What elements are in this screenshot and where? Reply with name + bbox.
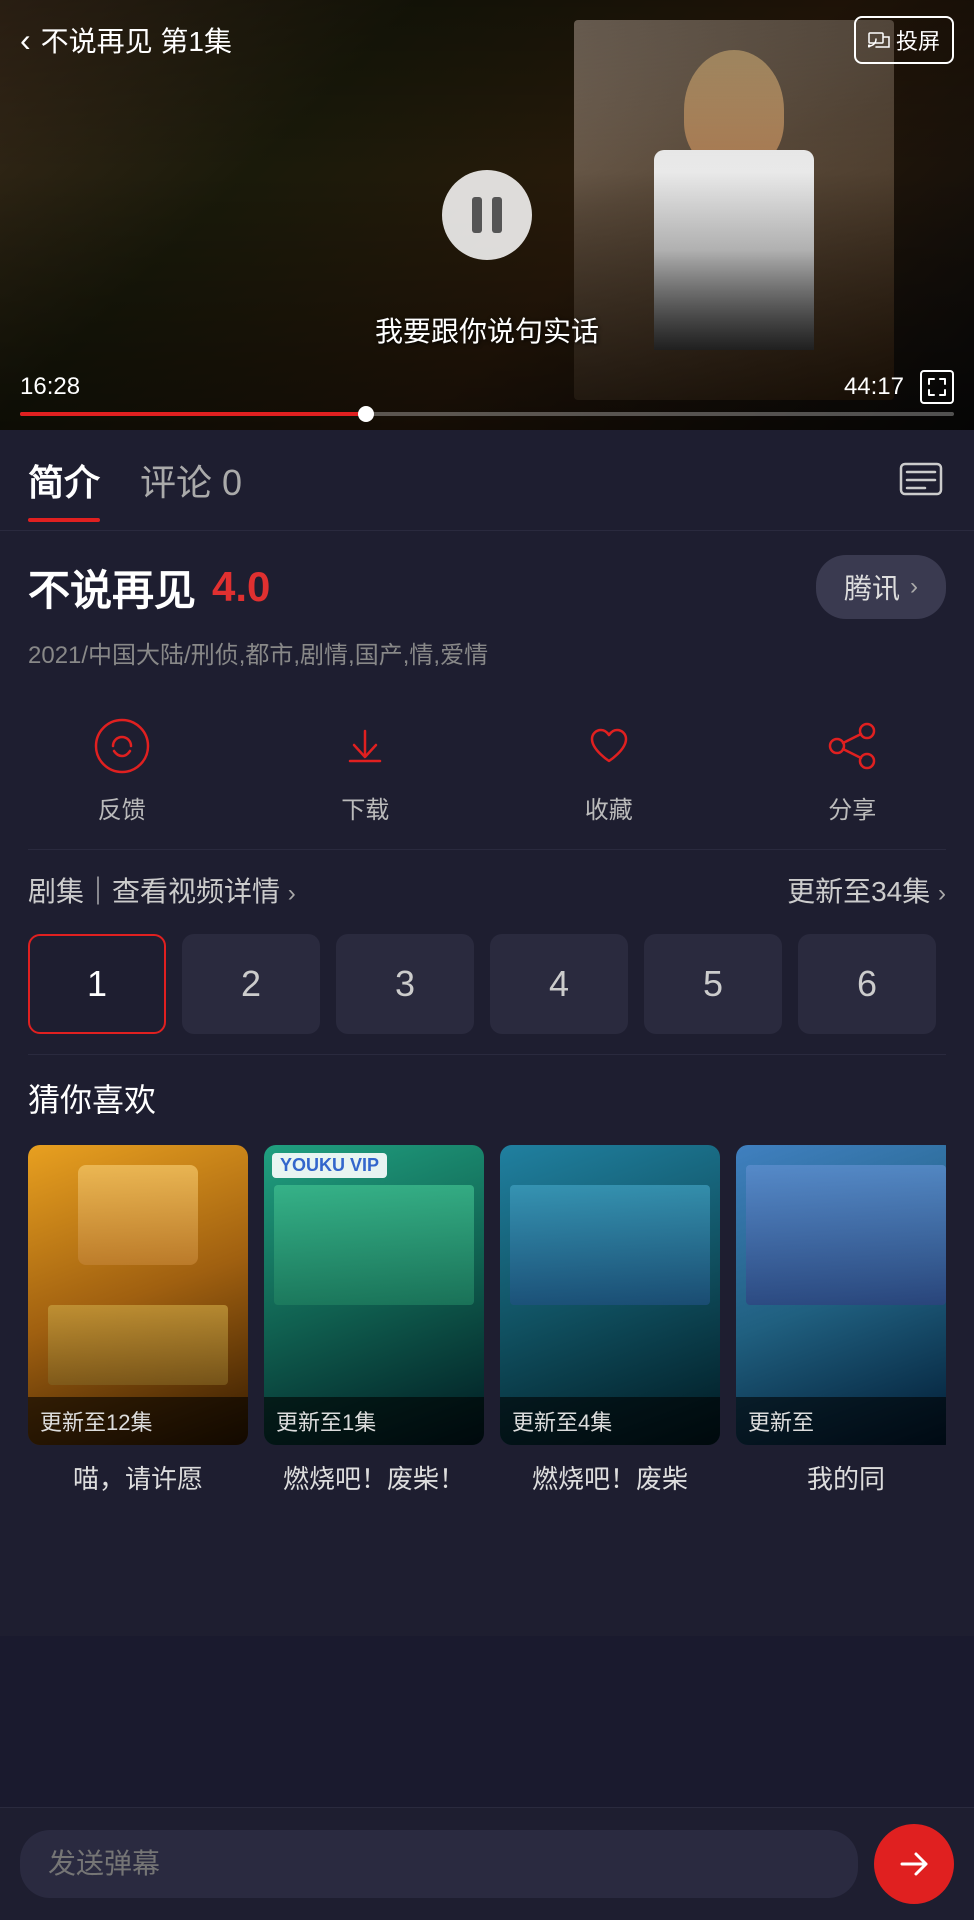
episodes-section: 剧集｜查看视频详情 › 更新至34集 › 1 2 3 4 5 6 [0,850,974,1054]
tab-comment[interactable]: 评论 0 [140,454,242,514]
recommend-item-2[interactable]: YOUKU VIP 更新至1集 燃烧吧！废柴！ [264,1145,484,1496]
fullscreen-button[interactable] [920,370,954,404]
video-player[interactable]: ‹ 不说再见 第1集 投屏 我要跟你说句实话 16:28 44:17 [0,0,974,430]
comment-list-icon[interactable] [896,455,946,505]
recommend-name-4: 我的同 [736,1459,946,1496]
comment-icon-svg [897,456,945,504]
episode-btn-1[interactable]: 1 [28,934,166,1034]
favorite-icon [577,714,641,778]
pause-icon [472,197,502,233]
recommend-thumb-2: YOUKU VIP 更新至1集 [264,1145,484,1445]
progress-area: 16:28 44:17 [0,360,974,430]
show-info: 不说再见 4.0 腾讯 › 2021/中国大陆/刑侦,都市,剧情,国产,情,爱情 [0,531,974,704]
progress-fill [20,412,366,416]
bottom-bar [0,1807,974,1920]
thumb-badge-3: 更新至4集 [500,1397,720,1445]
episodes-grid: 1 2 3 4 5 6 [28,934,946,1034]
episode-btn-5[interactable]: 5 [644,934,782,1034]
progress-dot [358,406,374,422]
cast-icon [868,29,890,51]
feedback-icon [90,714,154,778]
episodes-section-label[interactable]: 剧集｜查看视频详情 › [28,870,296,910]
share-label: 分享 [828,790,876,825]
recommend-name-1: 喵，请许愿 [28,1459,248,1496]
platform-arrow-icon: › [910,573,918,601]
recommend-section-title: 猜你喜欢 [28,1075,946,1121]
back-button[interactable]: ‹ 不说再见 第1集 [20,20,232,60]
current-time: 16:28 [20,373,80,401]
pause-button[interactable] [442,170,532,260]
show-rating: 4.0 [212,563,270,611]
show-title-left: 不说再见 4.0 [28,557,270,618]
platform-button[interactable]: 腾讯 › [816,555,946,619]
thumb-badge-4: 更新至 [736,1397,946,1445]
recommend-thumb-4: 更新至 [736,1145,946,1445]
youku-badge: YOUKU VIP [272,1153,387,1178]
video-top-bar: ‹ 不说再见 第1集 投屏 [0,0,974,80]
recommend-thumb-1: 更新至12集 [28,1145,248,1445]
thumb-badge-2: 更新至1集 [264,1397,484,1445]
download-label: 下载 [341,790,389,825]
episodes-header: 剧集｜查看视频详情 › 更新至34集 › [28,870,946,910]
cast-label: 投屏 [896,24,940,56]
show-title-row: 不说再见 4.0 腾讯 › [28,555,946,619]
recommend-name-3: 燃烧吧！废柴 [500,1459,720,1496]
recommend-thumb-3: 更新至4集 [500,1145,720,1445]
recommend-section: 猜你喜欢 更新至12集 喵，请许愿 YOUKU VIP 更新至1集 燃烧吧！废柴… [0,1055,974,1516]
recommend-grid: 更新至12集 喵，请许愿 YOUKU VIP 更新至1集 燃烧吧！废柴！ 更新至… [28,1145,946,1496]
platform-name: 腾讯 [844,567,900,607]
share-icon [820,714,884,778]
episode-btn-2[interactable]: 2 [182,934,320,1034]
recommend-item-4[interactable]: 更新至 我的同 [736,1145,946,1496]
recommend-name-2: 燃烧吧！废柴！ [264,1459,484,1496]
favorite-button[interactable]: 收藏 [577,714,641,825]
back-arrow-icon: ‹ [20,22,31,59]
content-area: 简介 评论 0 不说再见 4.0 腾讯 › 2021/中国大陆/刑侦,都市,剧情 [0,430,974,1636]
episode-btn-6[interactable]: 6 [798,934,936,1034]
progress-bar[interactable] [20,412,954,416]
action-buttons: 反馈 下载 收藏 [0,704,974,849]
send-button[interactable] [874,1824,954,1904]
share-button[interactable]: 分享 [820,714,884,825]
danmu-input[interactable] [20,1830,858,1898]
time-row: 16:28 44:17 [20,370,954,404]
send-icon [894,1844,934,1884]
thumb-badge-1: 更新至12集 [28,1397,248,1445]
show-name: 不说再见 [28,557,196,618]
episode-btn-3[interactable]: 3 [336,934,474,1034]
feedback-button[interactable]: 反馈 [90,714,154,825]
subtitle-text: 我要跟你说句实话 [375,310,599,350]
tab-intro[interactable]: 简介 [28,454,100,514]
episodes-update[interactable]: 更新至34集 › [787,870,946,910]
favorite-label: 收藏 [585,790,633,825]
bottom-spacer [0,1516,974,1636]
recommend-item-1[interactable]: 更新至12集 喵，请许愿 [28,1145,248,1496]
episode-btn-4[interactable]: 4 [490,934,628,1034]
recommend-item-3[interactable]: 更新至4集 燃烧吧！废柴 [500,1145,720,1496]
fullscreen-icon [927,377,947,397]
total-time: 44:17 [844,373,904,401]
download-button[interactable]: 下载 [333,714,397,825]
feedback-label: 反馈 [98,790,146,825]
download-icon [333,714,397,778]
video-title: 不说再见 第1集 [41,20,232,60]
show-meta: 2021/中国大陆/刑侦,都市,剧情,国产,情,爱情 [28,635,946,670]
cast-button[interactable]: 投屏 [854,16,954,64]
tabs-row: 简介 评论 0 [0,430,974,531]
